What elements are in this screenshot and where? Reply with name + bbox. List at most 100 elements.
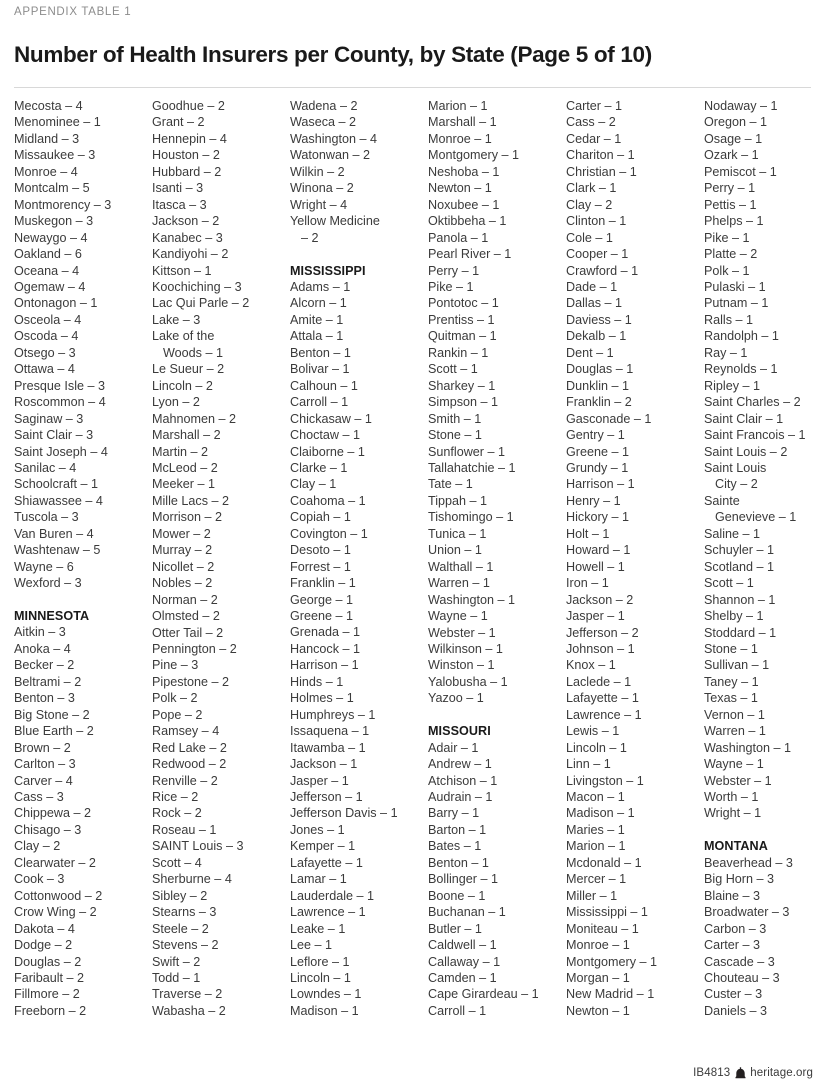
county-entry: Mecosta – 4 bbox=[14, 99, 83, 113]
county-entry: Tuscola – 3 bbox=[14, 510, 79, 525]
county-entry: Muskegon – 3 bbox=[14, 214, 94, 229]
county-entry: Jefferson – 2 bbox=[566, 625, 639, 640]
county-entry: Scotland – 1 bbox=[704, 559, 775, 574]
county-entry: Clay – 1 bbox=[290, 477, 337, 492]
county-entry: Cottonwood – 2 bbox=[14, 888, 103, 903]
county-entry: Steele – 2 bbox=[152, 921, 209, 936]
county-entry: Ogemaw – 4 bbox=[14, 279, 86, 294]
county-entry: Grenada – 1 bbox=[290, 625, 361, 640]
county-entry: Custer – 3 bbox=[704, 987, 763, 1002]
table-eyebrow-label: APPENDIX TABLE 1 bbox=[14, 6, 132, 18]
county-entry: Tishomingo – 1 bbox=[428, 510, 514, 525]
county-entry: Marshall – 2 bbox=[152, 428, 221, 443]
county-entry: Presque Isle – 3 bbox=[14, 378, 106, 393]
county-entry: Harrison – 1 bbox=[290, 658, 359, 673]
county-entry: Menominee – 1 bbox=[14, 115, 101, 130]
county-entry: Wright – 4 bbox=[290, 197, 348, 212]
county-entry: Tate – 1 bbox=[428, 477, 473, 492]
county-entry: Chariton – 1 bbox=[566, 148, 635, 163]
county-entry: Miller – 1 bbox=[566, 888, 618, 903]
county-entry: Wayne – 1 bbox=[428, 609, 488, 624]
county-entry: Carter – 1 bbox=[566, 99, 622, 113]
county-entry: Webster – 1 bbox=[704, 773, 772, 788]
county-entry: Waseca – 2 bbox=[290, 115, 357, 130]
county-entry: Cass – 2 bbox=[566, 115, 616, 130]
county-entry: Perry – 1 bbox=[428, 263, 480, 278]
document-id: IB4813 bbox=[693, 1067, 731, 1079]
county-entry: Shannon – 1 bbox=[704, 592, 776, 607]
county-entry: Oscoda – 4 bbox=[14, 329, 79, 344]
county-entry: Perry – 1 bbox=[704, 181, 756, 196]
county-entry: Jasper – 1 bbox=[566, 609, 625, 624]
county-entry: Faribault – 2 bbox=[14, 971, 85, 985]
county-entry: Livingston – 1 bbox=[566, 773, 644, 788]
county-entry: Alcorn – 1 bbox=[290, 296, 347, 311]
county-entry: Swift – 2 bbox=[152, 954, 201, 969]
county-entry: McLeod – 2 bbox=[152, 460, 218, 475]
county-entry: Pemiscot – 1 bbox=[704, 164, 777, 179]
county-entry: Stoddard – 1 bbox=[704, 625, 777, 640]
county-entry: Saint Louis bbox=[704, 460, 767, 475]
county-entry: Aitkin – 3 bbox=[14, 625, 66, 640]
county-entry: Ray – 1 bbox=[704, 345, 748, 360]
county-entry: Clarke – 1 bbox=[290, 460, 348, 475]
county-entry: Rock – 2 bbox=[152, 806, 202, 821]
county-entry: Maries – 1 bbox=[566, 822, 625, 837]
county-entry: Carter – 3 bbox=[704, 938, 760, 953]
county-entry: Schuyler – 1 bbox=[704, 543, 775, 558]
county-entry: Monroe – 1 bbox=[428, 131, 492, 146]
county-entry: Caldwell – 1 bbox=[428, 938, 497, 953]
county-entry: Hickory – 1 bbox=[566, 510, 629, 525]
county-entry: Saint Louis – 2 bbox=[704, 444, 788, 459]
county-entry: Buchanan – 1 bbox=[428, 905, 506, 920]
county-entry: Attala – 1 bbox=[290, 329, 344, 344]
county-entry: Wayne – 1 bbox=[704, 757, 764, 772]
county-entry: Benton – 1 bbox=[428, 855, 489, 870]
county-entry: Andrew – 1 bbox=[428, 757, 492, 772]
county-entry-continuation: – 2 bbox=[301, 230, 319, 245]
county-entry: Benton – 3 bbox=[14, 691, 75, 706]
county-entry: Stearns – 3 bbox=[152, 905, 217, 920]
county-entry: Lawrence – 1 bbox=[566, 707, 642, 722]
county-entry: Prentiss – 1 bbox=[428, 312, 495, 327]
county-entry: Marion – 1 bbox=[428, 99, 488, 113]
county-entry-continuation: Genevieve – 1 bbox=[715, 510, 797, 525]
county-entry: Camden – 1 bbox=[428, 971, 497, 985]
county-entry: Newton – 1 bbox=[566, 1003, 630, 1018]
county-entry: Daviess – 1 bbox=[566, 312, 632, 327]
county-entry: Midland – 3 bbox=[14, 131, 80, 146]
county-entry: Chisago – 3 bbox=[14, 822, 82, 837]
county-entry: Pearl River – 1 bbox=[428, 247, 512, 262]
county-entry: Vernon – 1 bbox=[704, 707, 765, 722]
county-entry: Polk – 1 bbox=[704, 263, 750, 278]
county-entry: Newaygo – 4 bbox=[14, 230, 88, 245]
county-entry: Dakota – 4 bbox=[14, 921, 75, 936]
county-entry: George – 1 bbox=[290, 592, 354, 607]
county-entry: Franklin – 1 bbox=[290, 576, 356, 591]
county-entry: Randolph – 1 bbox=[704, 329, 779, 344]
county-entry: Amite – 1 bbox=[290, 312, 344, 327]
county-entry: Beltrami – 2 bbox=[14, 674, 82, 689]
county-entry: Big Horn – 3 bbox=[704, 872, 775, 887]
county-entry: Todd – 1 bbox=[152, 971, 201, 986]
county-entry: Lake of the bbox=[152, 329, 215, 344]
county-entry: Lac Qui Parle – 2 bbox=[152, 296, 250, 311]
county-entry: Howell – 1 bbox=[566, 559, 625, 574]
county-entry: Anoka – 4 bbox=[14, 641, 71, 656]
county-entry: Quitman – 1 bbox=[428, 329, 497, 344]
county-entry: Newton – 1 bbox=[428, 181, 492, 196]
county-entry: Sherburne – 4 bbox=[152, 872, 232, 887]
county-entry: Cook – 3 bbox=[14, 872, 65, 887]
county-entry: Morrison – 2 bbox=[152, 510, 222, 525]
state-heading: MINNESOTA bbox=[14, 609, 90, 624]
county-entry: Oakland – 6 bbox=[14, 247, 82, 262]
county-entry: Wabasha – 2 bbox=[152, 1003, 226, 1018]
county-entry: Worth – 1 bbox=[704, 790, 759, 805]
county-entry: Laclede – 1 bbox=[566, 674, 632, 689]
county-entry: Lincoln – 2 bbox=[152, 378, 213, 393]
county-entry: Neshoba – 1 bbox=[428, 164, 500, 179]
county-entry: Stevens – 2 bbox=[152, 938, 219, 953]
county-entry: Sunflower – 1 bbox=[428, 444, 506, 459]
county-entry: Platte – 2 bbox=[704, 247, 758, 262]
county-entry: Hancock – 1 bbox=[290, 641, 361, 656]
